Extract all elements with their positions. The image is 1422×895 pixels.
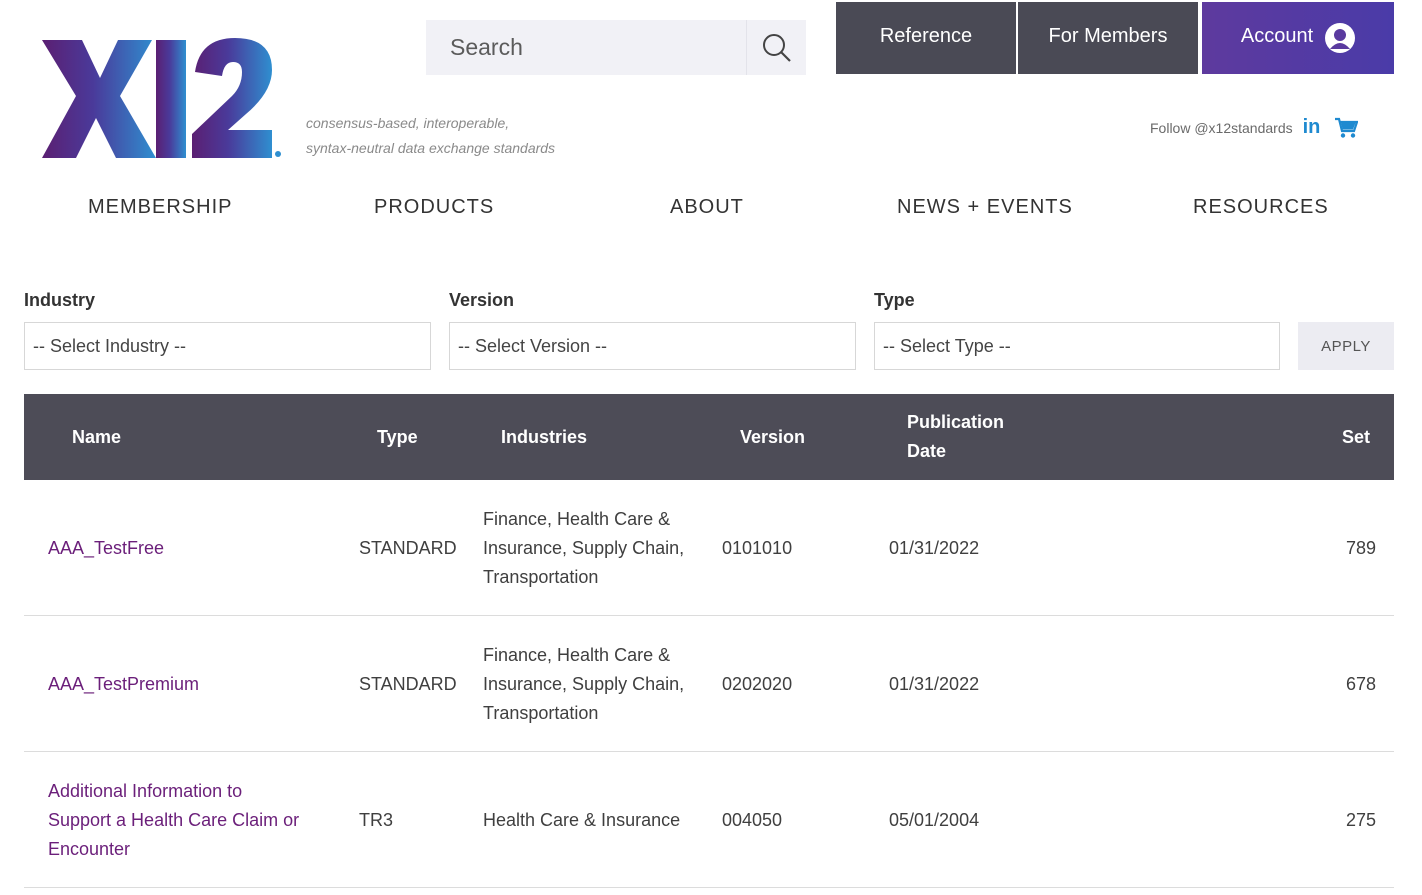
column-header-name[interactable]: Name <box>72 423 121 452</box>
row-type: TR3 <box>359 810 394 830</box>
version-select[interactable]: -- Select Version -- <box>449 322 856 370</box>
nav-for-members-label: For Members <box>1048 24 1168 47</box>
row-name-link[interactable]: AAA_TestFree <box>48 534 164 563</box>
main-nav-about[interactable]: ABOUT <box>670 196 744 219</box>
search-button[interactable] <box>746 20 806 75</box>
industries-line: Insurance, Supply Chain, <box>483 674 685 694</box>
row-publication-date: 05/01/2004 <box>889 810 980 830</box>
row-name-link[interactable]: Additional Information to Support a Heal… <box>48 777 299 864</box>
nav-for-members-button[interactable]: For Members <box>1018 2 1198 74</box>
row-publication-date: 01/31/2022 <box>889 538 980 558</box>
industry-select[interactable]: -- Select Industry -- <box>24 322 431 370</box>
column-header-publication-date[interactable]: Publication Date <box>907 408 1004 466</box>
cart-icon[interactable] <box>1334 117 1359 139</box>
nav-reference-label: Reference <box>879 24 973 47</box>
table-row: AAA_TestPremium STANDARD Finance, Health… <box>24 616 1394 752</box>
follow-text: Follow @x12standards <box>1150 119 1293 136</box>
main-nav: MEMBERSHIP PRODUCTS ABOUT NEWS + EVENTS … <box>0 196 1422 224</box>
industries-line: Transportation <box>483 703 599 723</box>
row-industries: Health Care & Insurance <box>483 810 681 830</box>
table-header: Name Type Industries Version Publication… <box>24 394 1394 480</box>
version-filter-label: Version <box>449 290 515 310</box>
industries-line: Transportation <box>483 567 599 587</box>
search-input[interactable] <box>426 20 746 75</box>
row-set: 275 <box>1345 810 1376 830</box>
tagline: consensus-based, interoperable, syntax-n… <box>306 111 555 161</box>
nav-reference-button[interactable]: Reference <box>836 2 1016 74</box>
industries-line: Insurance, Supply Chain, <box>483 538 685 558</box>
publication-header-line-2: Date <box>907 441 947 461</box>
search-icon <box>762 33 791 62</box>
column-header-type[interactable]: Type <box>377 423 418 452</box>
name-line: Support a Health Care Claim or <box>48 810 300 830</box>
nav-account-label: Account <box>1240 24 1314 47</box>
industries-line: Finance, Health Care & <box>483 509 671 529</box>
industries-line: Finance, Health Care & <box>483 645 671 665</box>
type-filter-label: Type <box>874 290 915 310</box>
row-publication-date: 01/31/2022 <box>889 674 980 694</box>
table-row: AAA_TestFree STANDARD Finance, Health Ca… <box>24 480 1394 616</box>
row-version: 0202020 <box>722 674 793 694</box>
main-nav-resources[interactable]: RESOURCES <box>1193 196 1329 219</box>
apply-button[interactable]: APPLY <box>1298 322 1394 370</box>
column-header-industries[interactable]: Industries <box>501 423 587 452</box>
publication-header-line-1: Publication <box>907 412 1005 432</box>
tagline-line-2: syntax-neutral data exchange standards <box>306 140 556 156</box>
type-select[interactable]: -- Select Type -- <box>874 322 1280 370</box>
column-header-set[interactable]: Set <box>1342 423 1370 452</box>
row-version: 004050 <box>722 810 783 830</box>
row-set: 678 <box>1345 674 1376 694</box>
row-industries: Finance, Health Care & Insurance, Supply… <box>483 505 684 592</box>
account-icon <box>1325 23 1356 53</box>
name-line: Encounter <box>48 839 131 859</box>
row-type: STANDARD <box>359 538 457 558</box>
main-nav-products[interactable]: PRODUCTS <box>374 196 494 219</box>
tagline-line-1: consensus-based, interoperable, <box>306 115 510 131</box>
column-header-version[interactable]: Version <box>740 423 805 452</box>
main-nav-news-events[interactable]: NEWS + EVENTS <box>897 196 1073 219</box>
table-row: Additional Information to Support a Heal… <box>24 752 1394 888</box>
row-name-link[interactable]: AAA_TestPremium <box>48 670 199 699</box>
name-line: Additional Information to <box>48 781 243 801</box>
row-version: 0101010 <box>722 538 793 558</box>
row-type: STANDARD <box>359 674 457 694</box>
main-nav-membership[interactable]: MEMBERSHIP <box>88 196 232 219</box>
linkedin-icon[interactable]: in <box>1303 116 1321 139</box>
industry-filter-label: Industry <box>24 290 96 310</box>
row-set: 789 <box>1345 538 1376 558</box>
search-bar <box>426 20 806 75</box>
row-industries: Finance, Health Care & Insurance, Supply… <box>483 641 684 728</box>
x12-logo[interactable] <box>40 30 290 165</box>
social-follow: Follow @x12standards in <box>1150 116 1359 139</box>
nav-account-button[interactable]: Account <box>1202 2 1394 74</box>
